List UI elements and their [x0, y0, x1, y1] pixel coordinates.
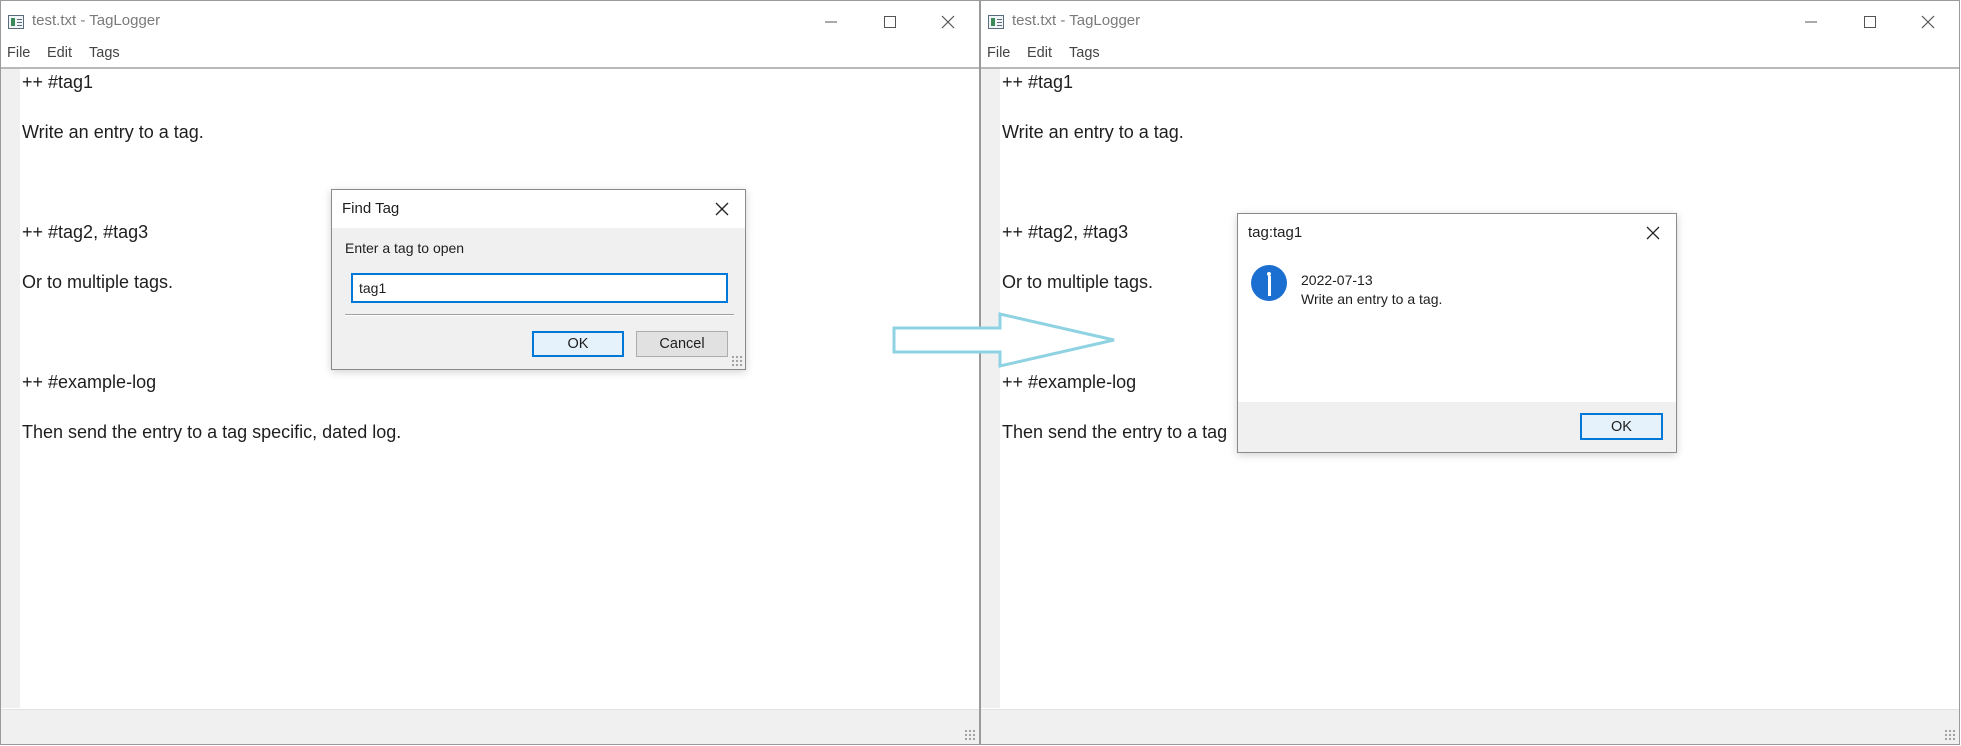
editor-line: Or to multiple tags. — [1002, 272, 1154, 292]
app-icon — [8, 15, 24, 29]
menu-edit[interactable]: Edit — [47, 45, 72, 61]
ok-button[interactable]: OK — [532, 331, 624, 357]
editor-line: Or to multiple tags. — [22, 272, 174, 292]
close-button[interactable] — [1907, 7, 1949, 37]
editor-line: Then send the entry to a tag — [1002, 422, 1228, 442]
menu-bar: File Edit Tags — [1, 43, 979, 69]
status-bar — [981, 709, 1959, 744]
tag-input[interactable] — [351, 273, 728, 303]
resize-grip[interactable] — [731, 355, 743, 367]
text-editor[interactable]: ++ #tag1 Write an entry to a tag. ++ #ta… — [1, 69, 979, 708]
window-title: test.txt - TagLogger — [1012, 12, 1141, 29]
app-icon — [988, 15, 1004, 29]
editor-line: Then send the entry to a tag specific, d… — [22, 422, 402, 442]
resize-grip[interactable] — [964, 729, 976, 741]
message-date: 2022-07-13 — [1301, 272, 1373, 288]
find-tag-dialog: Find Tag Enter a tag to open OK Cancel — [331, 189, 746, 370]
dialog-title-bar[interactable]: tag:tag1 — [1238, 214, 1676, 252]
resize-grip[interactable] — [1944, 729, 1956, 741]
editor-line: ++ #example-log — [1002, 372, 1137, 392]
minimize-button[interactable] — [1790, 7, 1832, 37]
close-icon — [1646, 226, 1660, 240]
close-icon — [715, 202, 729, 216]
menu-bar: File Edit Tags — [981, 43, 1959, 69]
editor-line: ++ #tag1 — [1002, 72, 1074, 92]
editor-line: Write an entry to a tag. — [1002, 122, 1184, 142]
editor-line: ++ #tag1 — [22, 72, 94, 92]
dialog-separator — [345, 314, 734, 316]
dialog-title: Find Tag — [342, 200, 400, 217]
dialog-title: tag:tag1 — [1248, 224, 1303, 241]
menu-file[interactable]: File — [7, 45, 30, 61]
dialog-title-bar[interactable]: Find Tag — [332, 190, 745, 228]
menu-tags[interactable]: Tags — [89, 45, 120, 61]
maximize-icon — [1864, 16, 1876, 28]
close-icon — [941, 15, 955, 29]
ok-button[interactable]: OK — [1580, 413, 1663, 440]
tag-message-box: tag:tag1 2022-07-13 Write an entry to a … — [1237, 213, 1677, 453]
window-title: test.txt - TagLogger — [32, 12, 161, 29]
maximize-icon — [884, 16, 896, 28]
editor-line: ++ #example-log — [22, 372, 157, 392]
minimize-icon — [825, 21, 837, 23]
menu-file[interactable]: File — [987, 45, 1010, 61]
maximize-button[interactable] — [869, 7, 911, 37]
taglogger-window-left: test.txt - TagLogger File Edit Tags ++ #… — [0, 0, 980, 745]
transition-arrow-icon — [892, 312, 1115, 368]
dialog-close-button[interactable] — [707, 195, 737, 223]
maximize-button[interactable] — [1849, 7, 1891, 37]
editor-line: ++ #tag2, #tag3 — [1002, 222, 1129, 242]
message-text: Write an entry to a tag. — [1301, 291, 1443, 307]
dialog-close-button[interactable] — [1638, 219, 1668, 247]
minimize-button[interactable] — [810, 7, 852, 37]
title-bar[interactable]: test.txt - TagLogger — [1, 1, 979, 41]
title-bar[interactable]: test.txt - TagLogger — [981, 1, 1959, 41]
status-bar — [1, 709, 979, 744]
minimize-icon — [1805, 21, 1817, 23]
editor-line: Write an entry to a tag. — [22, 122, 204, 142]
close-icon — [1921, 15, 1935, 29]
editor-line: ++ #tag2, #tag3 — [22, 222, 149, 242]
menu-edit[interactable]: Edit — [1027, 45, 1052, 61]
close-button[interactable] — [927, 7, 969, 37]
menu-tags[interactable]: Tags — [1069, 45, 1100, 61]
tag-prompt-label: Enter a tag to open — [345, 240, 465, 256]
info-icon — [1251, 265, 1287, 301]
cancel-button[interactable]: Cancel — [636, 331, 728, 357]
